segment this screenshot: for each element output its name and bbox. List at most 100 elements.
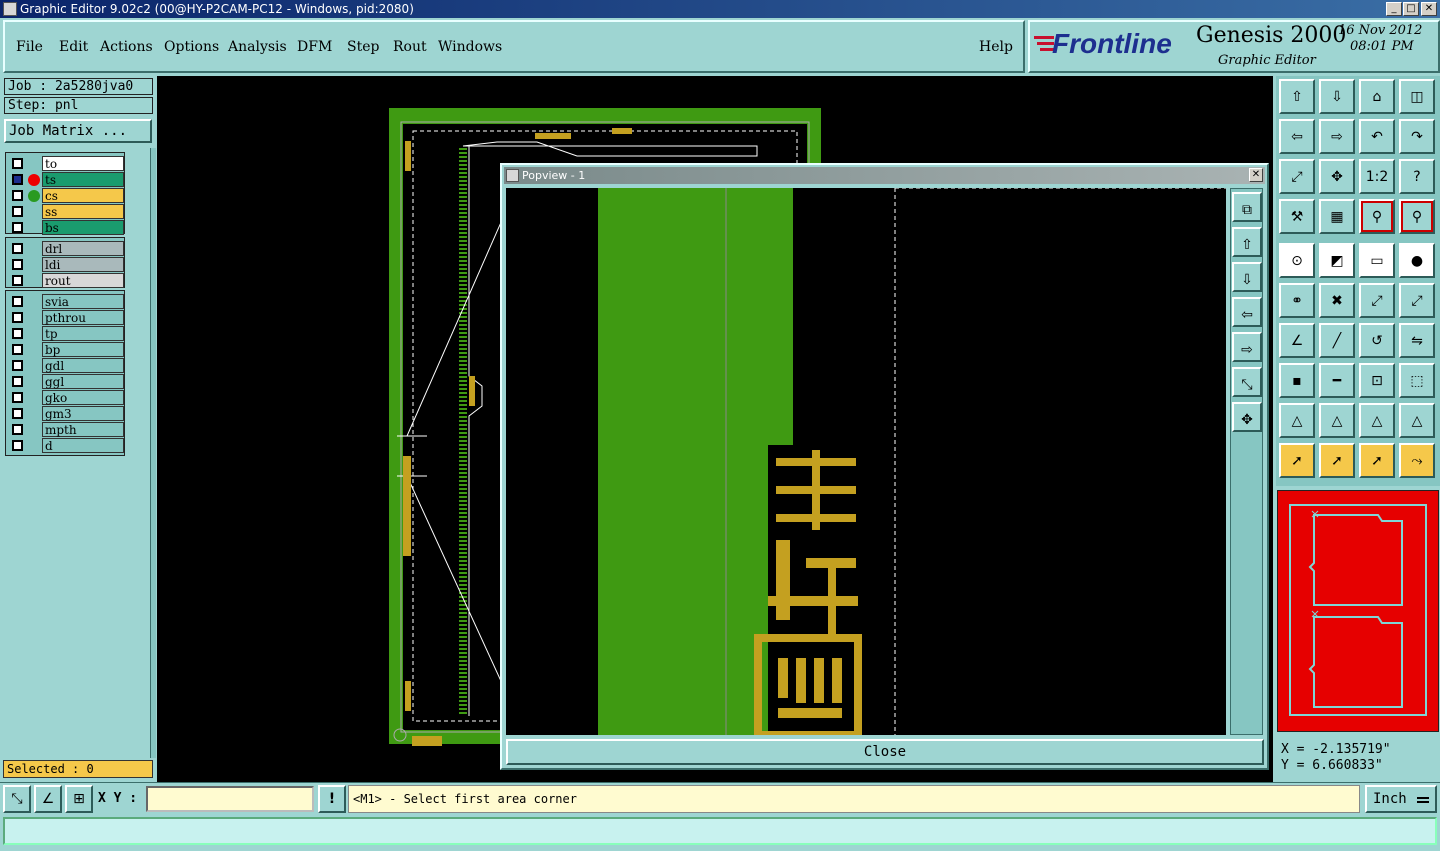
layer-name[interactable]: ts xyxy=(42,172,124,187)
layer-checkbox[interactable] xyxy=(12,206,23,217)
triangle-4-icon[interactable]: △ xyxy=(1399,403,1435,438)
pan-left-icon[interactable]: ⇦ xyxy=(1279,119,1315,154)
layer-name[interactable]: tp xyxy=(42,326,124,341)
menu-options[interactable]: Options xyxy=(164,39,219,55)
layer-checkbox[interactable] xyxy=(12,222,23,233)
layer-name[interactable]: mpth xyxy=(42,422,124,437)
layer-name[interactable]: bs xyxy=(42,220,124,235)
command-line-input[interactable] xyxy=(3,817,1437,845)
layer-row-ss[interactable]: ss xyxy=(8,204,125,219)
layer-name[interactable]: gko xyxy=(42,390,124,405)
grid-icon[interactable]: ▦ xyxy=(1319,199,1355,234)
home-icon[interactable]: ⌂ xyxy=(1359,79,1395,114)
units-selector[interactable]: Inch xyxy=(1365,785,1437,813)
layer-checkbox[interactable] xyxy=(12,312,23,323)
menu-file[interactable]: File xyxy=(16,39,43,55)
resize-icon[interactable]: ⊡ xyxy=(1359,363,1395,398)
menu-analysis[interactable]: Analysis xyxy=(228,39,287,55)
layer-row-to[interactable]: to xyxy=(8,156,125,171)
popview-canvas[interactable] xyxy=(506,188,1226,735)
layer-row-pthrou[interactable]: pthrou xyxy=(8,310,125,325)
layer-name[interactable]: svia xyxy=(42,294,124,309)
one-to-two-icon[interactable]: 1:2 xyxy=(1359,159,1395,194)
popview-down-icon[interactable]: ⇩ xyxy=(1232,262,1262,292)
layer-row-bp[interactable]: bp xyxy=(8,342,125,357)
layer-row-rout[interactable]: rout xyxy=(8,273,125,288)
undo-icon[interactable]: ↶ xyxy=(1359,119,1395,154)
popview-close-button[interactable]: Close xyxy=(506,739,1264,765)
layer-scrollbar[interactable] xyxy=(150,148,156,758)
snap-icon[interactable]: ⊙ xyxy=(1279,243,1315,278)
layer-row-svia[interactable]: svia xyxy=(8,294,125,309)
triangle-3-icon[interactable]: △ xyxy=(1359,403,1395,438)
layer-name[interactable]: bp xyxy=(42,342,124,357)
menu-rout[interactable]: Rout xyxy=(393,39,427,55)
layer-checkbox[interactable] xyxy=(12,296,23,307)
popview-left-icon[interactable]: ⇦ xyxy=(1232,297,1262,327)
pointer-box-icon[interactable]: ➚ xyxy=(1319,443,1355,478)
layer-name[interactable]: drl xyxy=(42,241,124,256)
layer-name[interactable]: gdl xyxy=(42,358,124,373)
triangle-icon[interactable]: △ xyxy=(1279,403,1315,438)
popview-right-icon[interactable]: ⇨ xyxy=(1232,332,1262,362)
connect-icon[interactable]: ⚭ xyxy=(1279,283,1315,318)
layer-row-drl[interactable]: drl xyxy=(8,241,125,256)
snap-mode-icon[interactable]: ⤡ xyxy=(3,785,31,813)
layer-name[interactable]: gm3 xyxy=(42,406,124,421)
measure-tool-icon[interactable]: ⚒ xyxy=(1279,199,1315,234)
pad-icon[interactable]: ● xyxy=(1399,243,1435,278)
layer-checkbox[interactable] xyxy=(12,190,23,201)
layer-row-bs[interactable]: bs xyxy=(8,220,125,235)
mini-map[interactable] xyxy=(1277,490,1439,732)
layer-name[interactable]: ldi xyxy=(42,257,124,272)
layer-compare-icon[interactable]: ⚲ xyxy=(1359,199,1395,234)
home-down-icon[interactable]: ⇩ xyxy=(1319,79,1355,114)
layer-checkbox[interactable] xyxy=(12,328,23,339)
ruler-icon[interactable]: ▭ xyxy=(1359,243,1395,278)
popview-zoom-icon[interactable]: ⧉ xyxy=(1232,192,1262,222)
edit-shape-icon[interactable]: ◩ xyxy=(1319,243,1355,278)
home-up-icon[interactable]: ⇧ xyxy=(1279,79,1315,114)
move-point-2-icon[interactable]: ⤢ xyxy=(1399,283,1435,318)
flip-icon[interactable]: ⇋ xyxy=(1399,323,1435,358)
layer-name[interactable]: pthrou xyxy=(42,310,124,325)
zoom-center-icon[interactable]: ✥ xyxy=(1319,159,1355,194)
shapes-icon[interactable]: ⬚ xyxy=(1399,363,1435,398)
layer-compare-2-icon[interactable]: ⚲ xyxy=(1399,199,1435,234)
layer-name[interactable]: cs xyxy=(42,188,124,203)
popview-fit-icon[interactable]: ⤡ xyxy=(1232,367,1262,397)
pan-right-icon[interactable]: ⇨ xyxy=(1319,119,1355,154)
popview-close-icon[interactable]: ✕ xyxy=(1249,168,1263,182)
layer-name[interactable]: rout xyxy=(42,273,124,288)
arc-icon[interactable]: ↺ xyxy=(1359,323,1395,358)
menu-step[interactable]: Step xyxy=(347,39,379,55)
maximize-button[interactable]: □ xyxy=(1403,2,1419,16)
layer-checkbox[interactable] xyxy=(12,275,23,286)
grid-snap-icon[interactable]: ⊞ xyxy=(65,785,93,813)
layer-name[interactable]: ss xyxy=(42,204,124,219)
menu-actions[interactable]: Actions xyxy=(100,39,153,55)
layer-row-cs[interactable]: cs xyxy=(8,188,125,203)
job-matrix-button[interactable]: Job Matrix ... xyxy=(4,119,152,143)
minus-icon[interactable]: ━ xyxy=(1319,363,1355,398)
layer-row-ts[interactable]: ts xyxy=(8,172,125,187)
xy-input[interactable] xyxy=(146,786,314,812)
delete-icon[interactable]: ✖ xyxy=(1319,283,1355,318)
layer-row-ldi[interactable]: ldi xyxy=(8,257,125,272)
line-icon[interactable]: ╱ xyxy=(1319,323,1355,358)
layer-checkbox[interactable] xyxy=(12,360,23,371)
layer-checkbox[interactable] xyxy=(12,392,23,403)
layer-name[interactable]: d xyxy=(42,438,124,453)
menu-edit[interactable]: Edit xyxy=(59,39,88,55)
popview-up-icon[interactable]: ⇧ xyxy=(1232,227,1262,257)
layer-row-gko[interactable]: gko xyxy=(8,390,125,405)
route-icon[interactable]: ⤳ xyxy=(1399,443,1435,478)
layer-checkbox[interactable] xyxy=(12,408,23,419)
layer-checkbox[interactable] xyxy=(12,259,23,270)
split-view-icon[interactable]: ◫ xyxy=(1399,79,1435,114)
layer-name[interactable]: ggl xyxy=(42,374,124,389)
layer-row-gm3[interactable]: gm3 xyxy=(8,406,125,421)
add-pad-icon[interactable]: ▪ xyxy=(1279,363,1315,398)
layer-checkbox[interactable] xyxy=(12,424,23,435)
menu-dfm[interactable]: DFM xyxy=(297,39,332,55)
